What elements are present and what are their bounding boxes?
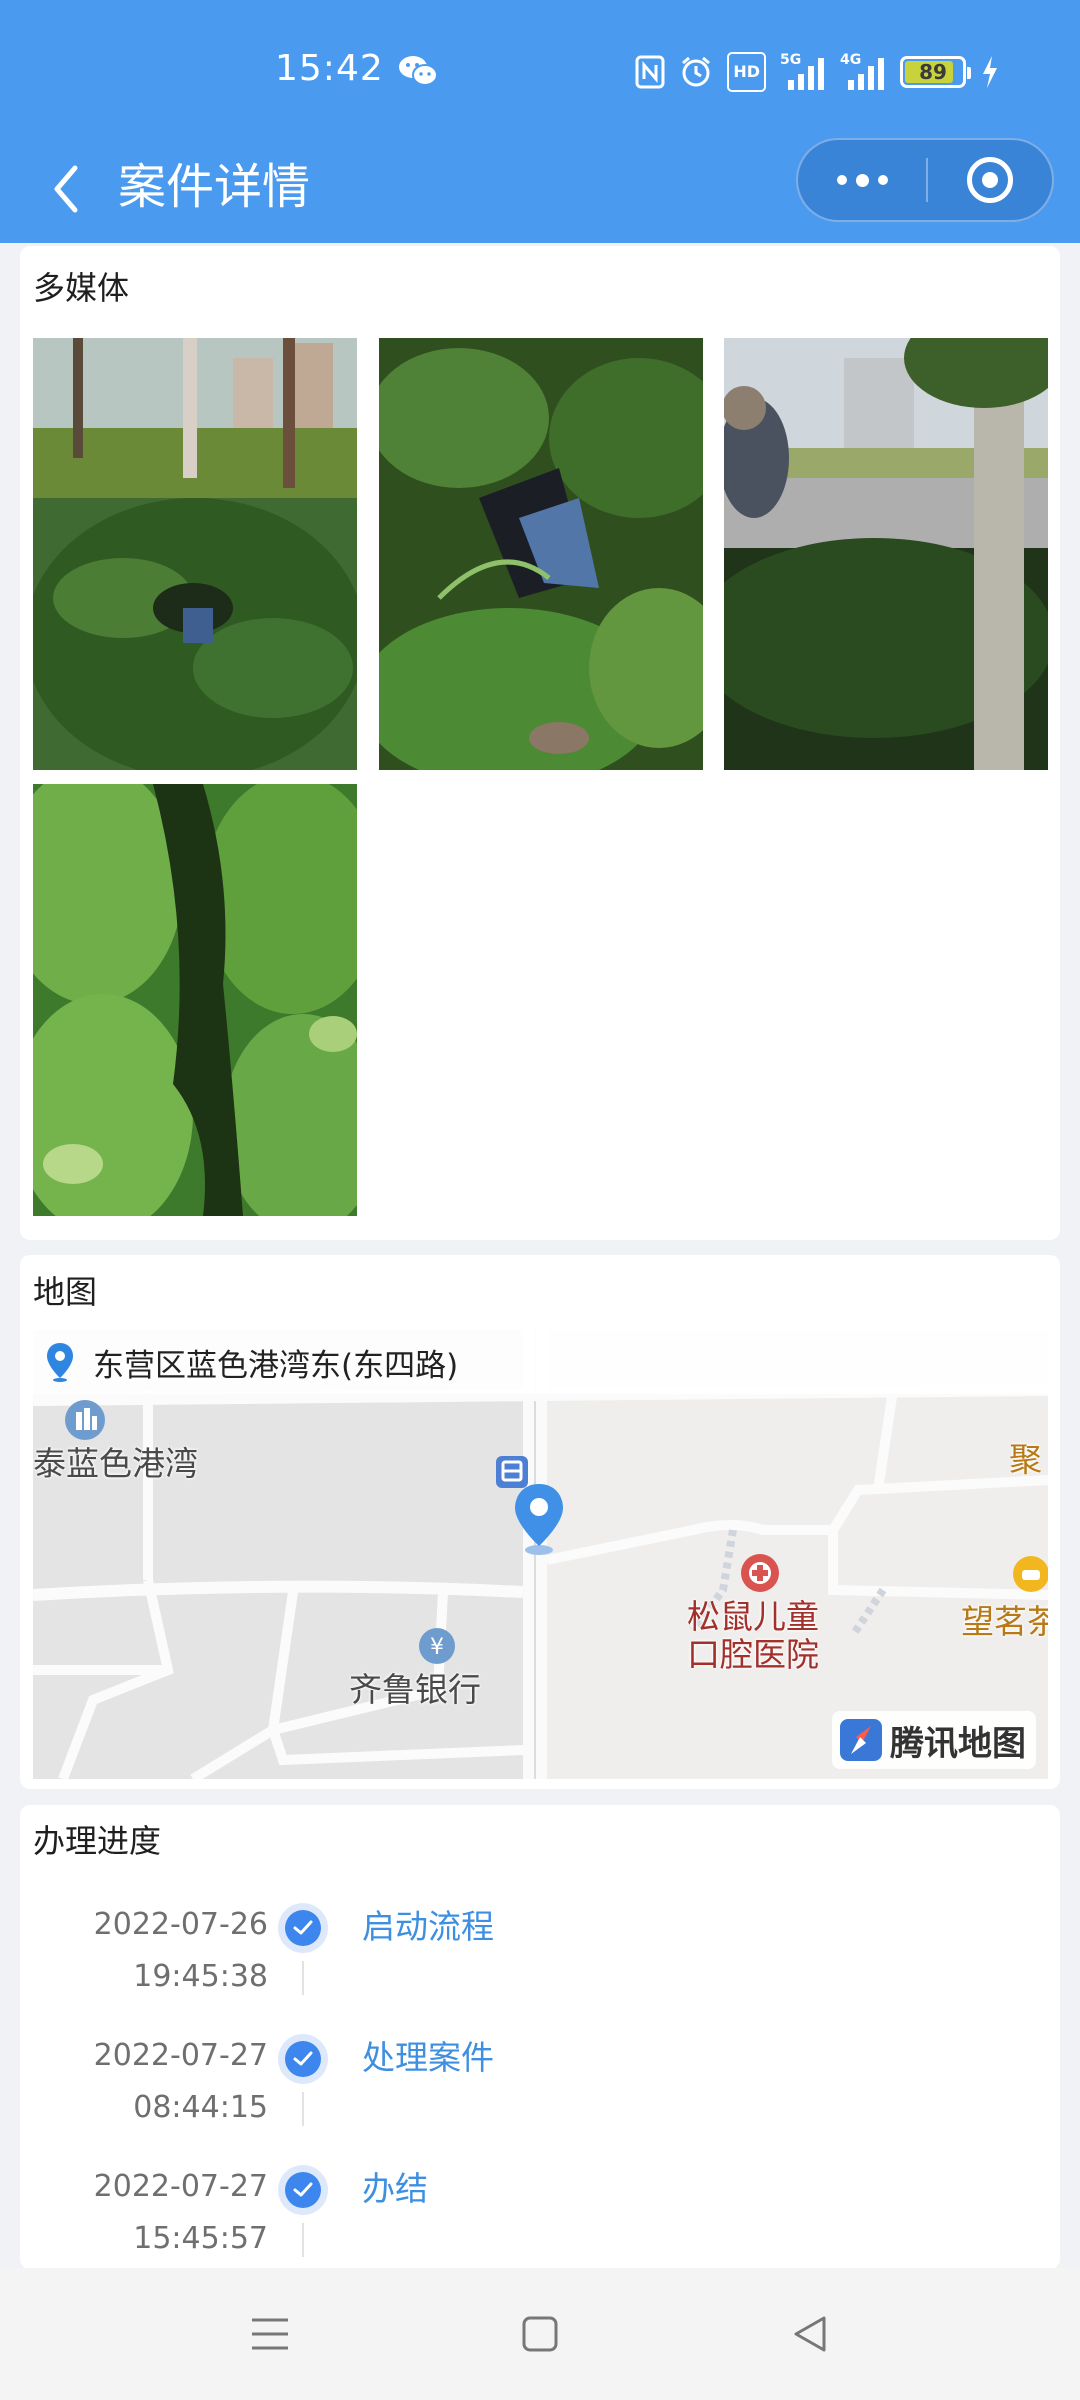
step-datetime: 2022-07-27 08:44:15 <box>93 2038 268 2125</box>
map-address-bar: 东营区蓝色港湾东(东四路) <box>33 1330 1048 1394</box>
signal-5g-icon: 5G <box>780 52 826 92</box>
menu-icon <box>252 2318 288 2350</box>
square-icon <box>522 2316 558 2352</box>
system-navigation-bar <box>0 2268 1080 2400</box>
tencent-map-logo[interactable]: 腾讯地图 <box>832 1711 1036 1769</box>
step-datetime: 2022-07-27 15:45:57 <box>93 2169 268 2256</box>
map-title: 地图 <box>33 1273 98 1311</box>
location-marker-icon <box>515 1484 563 1555</box>
more-dots-icon <box>836 175 847 185</box>
media-photo-4[interactable] <box>33 784 357 1216</box>
map-poi-label: 泰蓝色港湾 <box>33 1444 198 1483</box>
step-label[interactable]: 启动流程 <box>362 1901 494 1953</box>
mini-program-capsule <box>796 138 1054 222</box>
bank-icon: ¥ <box>419 1628 455 1664</box>
progress-step: 2022-07-27 08:44:15 处理案件 <box>20 2030 1060 2160</box>
progress-step: 2022-07-26 19:45:38 启动流程 <box>20 1899 1060 2029</box>
timeline-connector <box>302 2223 304 2257</box>
hospital-icon <box>741 1554 779 1592</box>
wechat-icon <box>399 56 438 86</box>
nfc-icon <box>635 55 665 89</box>
location-pin-icon <box>47 1343 73 1382</box>
media-card: 多媒体 <box>20 246 1060 1240</box>
media-photo-1[interactable] <box>33 338 357 770</box>
home-button[interactable] <box>510 2304 570 2364</box>
app-header: 15:42 HD 5G 4G 89 案件详情 <box>0 0 1080 243</box>
timeline-connector <box>302 2092 304 2126</box>
battery-icon: 89 <box>900 56 971 88</box>
map-poi-label: 聚 <box>1009 1440 1042 1479</box>
progress-card: 办理进度 2022-07-26 19:45:38 启动流程 2022-07-27… <box>20 1805 1060 2269</box>
chevron-left-icon <box>54 165 78 213</box>
page-title: 案件详情 <box>118 159 311 215</box>
compass-icon <box>840 1719 882 1761</box>
map-view[interactable]: 泰蓝色港湾 ¥ 齐鲁银行 松鼠儿童 口腔医院 望茗茶 聚 东营区蓝色港湾东(东四… <box>33 1330 1048 1779</box>
svg-text:¥: ¥ <box>430 1635 444 1660</box>
media-photo-2[interactable] <box>379 338 703 770</box>
triangle-back-icon <box>794 2316 826 2352</box>
map-poi-label: 望茗茶 <box>961 1602 1048 1641</box>
status-bar: 15:42 HD 5G 4G 89 <box>0 0 1080 135</box>
photo-image <box>33 338 357 770</box>
hd-icon: HD <box>727 52 766 92</box>
check-circle-icon <box>278 2165 328 2215</box>
timeline-connector <box>302 1961 304 1995</box>
more-button[interactable] <box>798 140 926 220</box>
back-nav-button[interactable] <box>780 2304 840 2364</box>
check-circle-icon <box>278 2034 328 2084</box>
step-datetime: 2022-07-26 19:45:38 <box>93 1907 268 1994</box>
status-time: 15:42 <box>275 48 384 89</box>
status-icons: HD 5G 4G 89 <box>635 50 1000 94</box>
building-icon <box>65 1400 105 1440</box>
check-circle-icon <box>278 1903 328 1953</box>
signal-4g-icon: 4G <box>840 52 886 92</box>
tea-icon <box>1013 1556 1048 1592</box>
progress-title: 办理进度 <box>33 1822 162 1860</box>
photo-image <box>379 338 703 770</box>
map-poi-label: 齐鲁银行 <box>349 1670 481 1709</box>
photo-image <box>33 784 357 1216</box>
menu-button[interactable] <box>240 2304 300 2364</box>
photo-image <box>724 338 1048 770</box>
media-photo-3[interactable] <box>724 338 1048 770</box>
charging-icon <box>983 56 997 88</box>
map-address: 东营区蓝色港湾东(东四路) <box>93 1347 459 1384</box>
nav-bar: 案件详情 <box>0 135 1080 243</box>
step-label[interactable]: 处理案件 <box>362 2032 494 2084</box>
step-label[interactable]: 办结 <box>362 2163 428 2215</box>
back-button[interactable] <box>38 157 94 221</box>
map-poi-label: 松鼠儿童 口腔医院 <box>687 1597 819 1674</box>
media-title: 多媒体 <box>33 269 130 307</box>
map-card: 地图 泰蓝色港湾 ¥ 齐鲁银行 松鼠儿童 口腔医院 望茗茶 聚 东营区蓝色港湾东… <box>20 1255 1060 1789</box>
target-icon <box>967 157 1013 203</box>
close-miniprogram-button[interactable] <box>928 140 1052 220</box>
alarm-icon <box>682 56 711 87</box>
